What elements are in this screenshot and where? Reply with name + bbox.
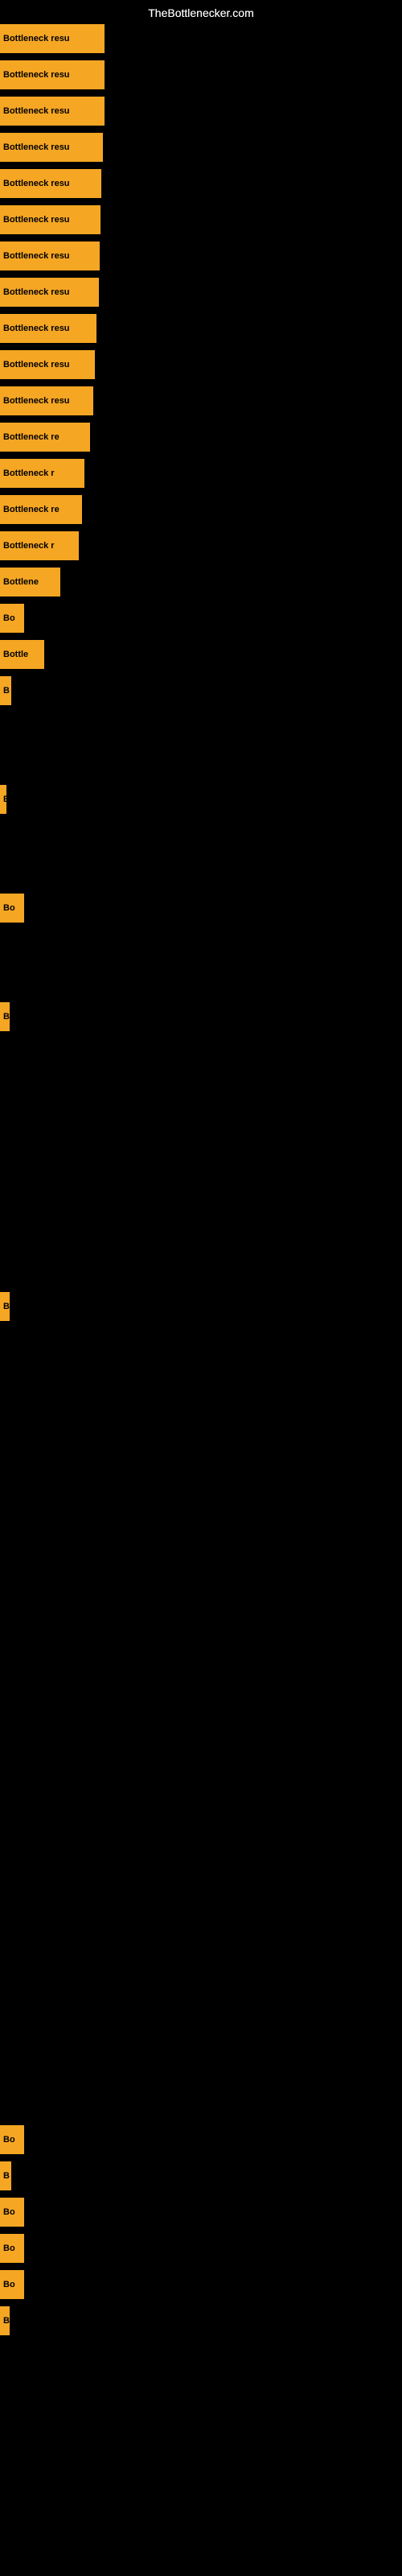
bar-item: Bo bbox=[0, 894, 24, 923]
bar-label: B bbox=[3, 1012, 10, 1022]
bar-item: Bo bbox=[0, 604, 24, 633]
bar-item: Bo bbox=[0, 2234, 24, 2263]
bar-item: B bbox=[0, 2161, 11, 2190]
bar-label: Bottleneck resu bbox=[3, 179, 70, 188]
bar-item: Bottleneck resu bbox=[0, 278, 99, 307]
bar-item: Bottleneck resu bbox=[0, 386, 93, 415]
bar-label: Bottleneck resu bbox=[3, 360, 70, 369]
bar-label: Bo bbox=[3, 2280, 15, 2289]
bar-label: Bottleneck resu bbox=[3, 70, 70, 80]
bar-label: Bottleneck resu bbox=[3, 324, 70, 333]
bar-item: Bottleneck resu bbox=[0, 350, 95, 379]
bar-label: Bottleneck resu bbox=[3, 396, 70, 406]
bar-label: B bbox=[3, 2171, 10, 2181]
bar-label: Bottlene bbox=[3, 577, 39, 587]
bar-label: Bottleneck re bbox=[3, 505, 59, 514]
bar-label: Bottleneck resu bbox=[3, 142, 70, 152]
bar-label: Bottleneck r bbox=[3, 469, 55, 478]
bar-label: Bottleneck resu bbox=[3, 106, 70, 116]
bar-item: Bottlene bbox=[0, 568, 60, 597]
bar-item: B bbox=[0, 1292, 10, 1321]
bar-label: Bo bbox=[3, 2207, 15, 2217]
site-title: TheBottlenecker.com bbox=[0, 6, 402, 19]
bar-item: Bo bbox=[0, 2198, 24, 2227]
bar-label: Bo bbox=[3, 2135, 15, 2145]
bar-label: Bottleneck re bbox=[3, 432, 59, 442]
bar-item: Bottleneck r bbox=[0, 459, 84, 488]
bar-item: Bottleneck resu bbox=[0, 60, 105, 89]
bar-item: Bottleneck resu bbox=[0, 314, 96, 343]
bar-label: Bottleneck r bbox=[3, 541, 55, 551]
bar-item: Bottleneck re bbox=[0, 423, 90, 452]
bar-label: Bottleneck resu bbox=[3, 251, 70, 261]
bar-item: Bottleneck resu bbox=[0, 133, 103, 162]
bar-item: Bottleneck r bbox=[0, 531, 79, 560]
bar-label: Bottleneck resu bbox=[3, 215, 70, 225]
bar-item: B bbox=[0, 785, 6, 814]
bar-item: Bo bbox=[0, 2270, 24, 2299]
bar-item: Bottleneck resu bbox=[0, 242, 100, 270]
bar-label: B bbox=[3, 1302, 10, 1311]
bar-label: Bottleneck resu bbox=[3, 34, 70, 43]
bar-item: Bottleneck resu bbox=[0, 169, 101, 198]
bar-label: B bbox=[3, 795, 6, 804]
bar-item: B bbox=[0, 676, 11, 705]
bar-item: Bottleneck re bbox=[0, 495, 82, 524]
bar-label: B bbox=[3, 686, 10, 696]
bar-item: Bottleneck resu bbox=[0, 205, 100, 234]
bar-label: Bottle bbox=[3, 650, 28, 659]
bar-item: Bottleneck resu bbox=[0, 24, 105, 53]
bar-item: Bottle bbox=[0, 640, 44, 669]
bar-item: B bbox=[0, 2306, 10, 2335]
bar-item: Bottleneck resu bbox=[0, 97, 105, 126]
bar-label: Bo bbox=[3, 2244, 15, 2253]
bar-item: Bo bbox=[0, 2125, 24, 2154]
bar-label: Bo bbox=[3, 613, 15, 623]
bar-label: Bottleneck resu bbox=[3, 287, 70, 297]
bar-item: B bbox=[0, 1002, 10, 1031]
bar-label: B bbox=[3, 2316, 10, 2326]
bar-label: Bo bbox=[3, 903, 15, 913]
